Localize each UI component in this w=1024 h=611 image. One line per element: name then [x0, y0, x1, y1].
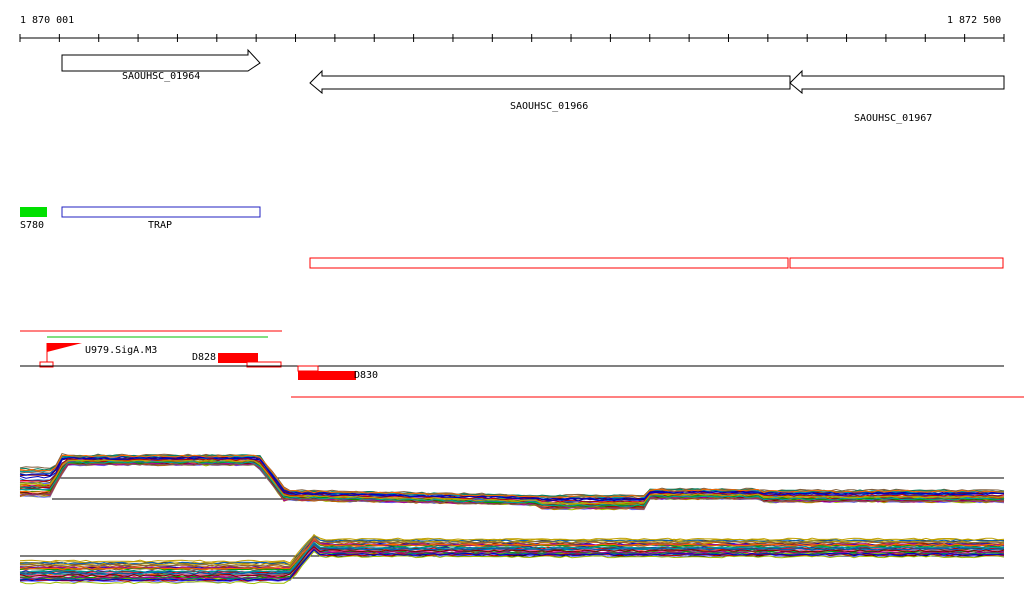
element-d830-label: D830 [354, 370, 378, 381]
plus-strand-trace [19, 459, 1005, 505]
genome-browser-view: 1 870 001 1 872 500 SAOUHSC_01964 SAOUHS… [19, 15, 1024, 585]
feature-trap-label: TRAP [148, 220, 172, 231]
transcript-box-left[interactable] [309, 257, 789, 269]
gene-arrow-saouhsc-01967[interactable] [789, 69, 1005, 95]
regulatory-track: U979.SigA.M3 D828 D830 [20, 330, 1024, 398]
element-d830[interactable] [298, 371, 356, 380]
feature-trap[interactable] [61, 206, 261, 218]
gene-track: SAOUHSC_01964 SAOUHSC_01966 SAOUHSC_0196… [61, 48, 1005, 124]
gene-label-saouhsc-01967: SAOUHSC_01967 [854, 113, 932, 124]
feature-track: S780 TRAP [20, 206, 261, 231]
small-box-3 [297, 365, 319, 372]
ruler-start-label: 1 870 001 [20, 15, 74, 26]
gene-arrow-saouhsc-01964[interactable] [61, 48, 261, 72]
transcript-track [309, 257, 1004, 269]
ruler-end-label: 1 872 500 [947, 15, 1001, 26]
gene-arrow-saouhsc-01966[interactable] [309, 69, 791, 95]
feature-s780-label: S780 [20, 220, 44, 231]
expression-track-plus-strand [19, 453, 1005, 511]
transcript-box-right[interactable] [789, 257, 1004, 269]
expression-track-minus-strand [19, 533, 1005, 585]
feature-s780[interactable] [20, 207, 47, 217]
gene-label-saouhsc-01966: SAOUHSC_01966 [510, 101, 588, 112]
coordinate-ruler: 1 870 001 1 872 500 [19, 15, 1005, 42]
element-d828-label: D828 [192, 352, 216, 363]
promoter-label: U979.SigA.M3 [85, 345, 157, 356]
gene-label-saouhsc-01964: SAOUHSC_01964 [122, 71, 200, 82]
promoter-flag-icon[interactable] [47, 343, 82, 352]
